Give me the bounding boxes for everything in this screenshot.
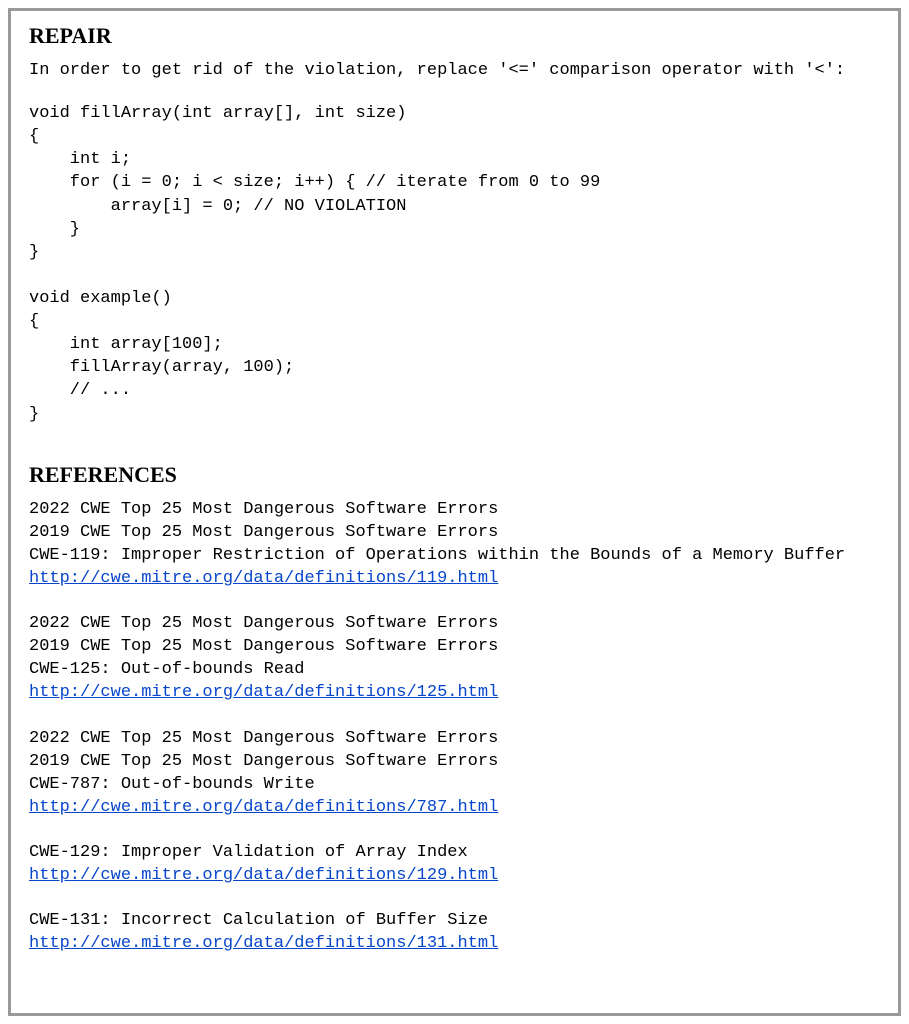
reference-item: CWE-131: Incorrect Calculation of Buffer… <box>29 909 880 955</box>
reference-text-line: 2022 CWE Top 25 Most Dangerous Software … <box>29 612 880 635</box>
repair-code-block: void fillArray(int array[], int size) { … <box>29 102 880 426</box>
reference-link[interactable]: http://cwe.mitre.org/data/definitions/13… <box>29 934 498 953</box>
reference-link[interactable]: http://cwe.mitre.org/data/definitions/12… <box>29 683 498 702</box>
reference-text-line: 2019 CWE Top 25 Most Dangerous Software … <box>29 635 880 658</box>
reference-item: CWE-129: Improper Validation of Array In… <box>29 841 880 887</box>
references-heading: REFERENCES <box>29 462 880 488</box>
reference-item: 2022 CWE Top 25 Most Dangerous Software … <box>29 498 880 590</box>
reference-link[interactable]: http://cwe.mitre.org/data/definitions/78… <box>29 798 498 817</box>
reference-text-line: 2019 CWE Top 25 Most Dangerous Software … <box>29 750 880 773</box>
reference-text-line: 2022 CWE Top 25 Most Dangerous Software … <box>29 498 880 521</box>
reference-text-line: CWE-125: Out-of-bounds Read <box>29 658 880 681</box>
reference-link[interactable]: http://cwe.mitre.org/data/definitions/12… <box>29 866 498 885</box>
repair-heading: REPAIR <box>29 23 880 49</box>
reference-item: 2022 CWE Top 25 Most Dangerous Software … <box>29 727 880 819</box>
references-list: 2022 CWE Top 25 Most Dangerous Software … <box>29 498 880 956</box>
repair-intro: In order to get rid of the violation, re… <box>29 59 880 82</box>
reference-text-line: CWE-787: Out-of-bounds Write <box>29 773 880 796</box>
reference-text-line: 2022 CWE Top 25 Most Dangerous Software … <box>29 727 880 750</box>
document-frame: REPAIR In order to get rid of the violat… <box>8 8 901 1016</box>
reference-link[interactable]: http://cwe.mitre.org/data/definitions/11… <box>29 569 498 588</box>
reference-item: 2022 CWE Top 25 Most Dangerous Software … <box>29 612 880 704</box>
reference-text-line: 2019 CWE Top 25 Most Dangerous Software … <box>29 521 880 544</box>
reference-text-line: CWE-129: Improper Validation of Array In… <box>29 841 880 864</box>
reference-text-line: CWE-131: Incorrect Calculation of Buffer… <box>29 909 880 932</box>
reference-text-line: CWE-119: Improper Restriction of Operati… <box>29 544 880 567</box>
